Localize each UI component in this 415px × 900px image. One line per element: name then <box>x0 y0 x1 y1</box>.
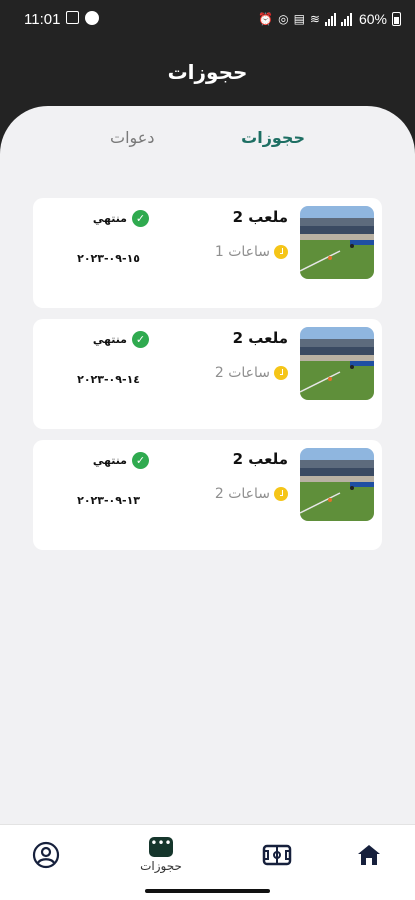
nav-profile[interactable] <box>16 825 76 885</box>
duration-text: 2 ساعات <box>214 365 270 381</box>
booking-date: ١٣-٠٩-٢٠٢٣ <box>77 494 140 507</box>
phone-icon <box>85 11 99 25</box>
check-icon: ✓ <box>132 452 149 469</box>
signal-2-icon <box>340 12 352 26</box>
bookings-icon: ••• <box>149 837 173 857</box>
field-icon <box>262 844 292 866</box>
venue-thumbnail <box>300 448 374 521</box>
content-sheet: حجوزات دعوات ملعب 2 1 ساعات منتهي ✓ ١٥-٠… <box>0 106 415 826</box>
status-text: منتهي <box>92 212 127 225</box>
duration: 1 ساعات <box>215 244 288 260</box>
tab-invites[interactable]: دعوات <box>110 128 154 147</box>
status-badge: منتهي ✓ <box>93 331 149 348</box>
home-icon <box>358 845 380 865</box>
clock-icon <box>274 366 288 380</box>
tab-bar: حجوزات دعوات <box>0 128 415 158</box>
duration-text: 2 ساعات <box>214 486 270 502</box>
venue-name: ملعب 2 <box>232 208 288 226</box>
booking-date: ١٤-٠٩-٢٠٢٣ <box>77 373 140 386</box>
volte-icon: ▤ <box>293 12 305 26</box>
clock-icon <box>274 245 288 259</box>
battery-percent: 60% <box>358 11 387 27</box>
duration: 2 ساعات <box>215 486 288 502</box>
signal-icon <box>324 12 336 26</box>
hotspot-icon: ◎ <box>278 12 289 26</box>
nav-bookings-label: حجوزات <box>140 859 182 873</box>
check-icon: ✓ <box>132 210 149 227</box>
venue-name: ملعب 2 <box>232 329 288 347</box>
nav-field[interactable] <box>247 825 307 885</box>
status-text: منتهي <box>92 333 127 346</box>
status-text: منتهي <box>92 454 127 467</box>
wifi-icon: ≋ <box>309 12 320 26</box>
booking-card[interactable]: ملعب 2 1 ساعات منتهي ✓ ١٥-٠٩-٢٠٢٣ <box>33 198 382 308</box>
duration-text: 1 ساعات <box>214 244 270 260</box>
booking-card[interactable]: ملعب 2 2 ساعات منتهي ✓ ١٤-٠٩-٢٠٢٣ <box>33 319 382 429</box>
battery-icon <box>392 12 401 26</box>
nav-bookings[interactable]: ••• حجوزات <box>131 825 191 885</box>
booking-card[interactable]: ملعب 2 2 ساعات منتهي ✓ ١٣-٠٩-٢٠٢٣ <box>33 440 382 550</box>
booking-date: ١٥-٠٩-٢٠٢٣ <box>77 252 140 265</box>
venue-thumbnail <box>300 206 374 279</box>
status-badge: منتهي ✓ <box>93 452 149 469</box>
status-time: 11:01 <box>24 11 61 28</box>
status-bar: 11:01 ⏰ ◎ ▤ ≋ 60% <box>0 0 415 38</box>
profile-icon <box>32 841 60 869</box>
tab-bookings[interactable]: حجوزات <box>241 128 305 147</box>
duration: 2 ساعات <box>215 365 288 381</box>
page-title: حجوزات <box>167 60 248 84</box>
nav-home[interactable] <box>339 825 399 885</box>
venue-thumbnail <box>300 327 374 400</box>
clock-icon <box>274 487 288 501</box>
gesture-bar <box>145 889 270 893</box>
gallery-icon <box>66 11 79 24</box>
venue-name: ملعب 2 <box>232 450 288 468</box>
status-badge: منتهي ✓ <box>93 210 149 227</box>
check-icon: ✓ <box>132 331 149 348</box>
alarm-icon: ⏰ <box>258 12 274 26</box>
